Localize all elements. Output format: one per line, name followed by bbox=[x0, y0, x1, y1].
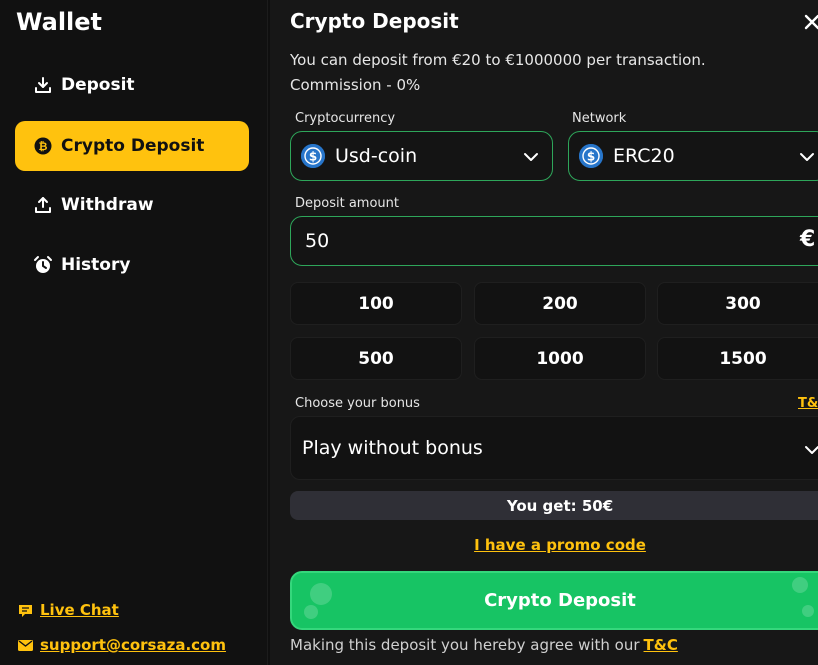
commission-text: Commission - 0% bbox=[290, 76, 421, 94]
bonus-label: Choose your bonus bbox=[295, 396, 420, 411]
crypto-deposit-panel: Crypto Deposit You can deposit from €20 … bbox=[270, 0, 818, 665]
decorative-bubble bbox=[802, 605, 814, 617]
preset-amount-button[interactable]: 200 bbox=[474, 282, 646, 325]
agreement-text: Making this deposit you hereby agree wit… bbox=[290, 636, 678, 654]
support-email-label: support@corsaza.com bbox=[40, 636, 226, 654]
close-icon[interactable] bbox=[804, 14, 818, 30]
live-chat-link[interactable]: Live Chat bbox=[17, 601, 119, 619]
sidebar-item-label: Deposit bbox=[61, 75, 135, 95]
sidebar: Wallet Deposit ₿ Crypto Deposit Withdraw… bbox=[0, 0, 268, 665]
terms-link[interactable]: T&C bbox=[644, 636, 678, 654]
bitcoin-icon: ₿ bbox=[33, 136, 53, 156]
usdc-coin-icon: $ bbox=[579, 144, 603, 168]
sidebar-item-label: Crypto Deposit bbox=[61, 136, 205, 156]
sidebar-item-withdraw[interactable]: Withdraw bbox=[15, 180, 249, 230]
usdc-coin-icon: $ bbox=[301, 144, 325, 168]
bonus-select[interactable]: Play without bonus bbox=[290, 416, 818, 480]
deposit-amount-label: Deposit amount bbox=[295, 196, 399, 211]
sidebar-item-crypto-deposit[interactable]: ₿ Crypto Deposit bbox=[15, 121, 249, 171]
decorative-bubble bbox=[304, 605, 318, 619]
preset-amount-button[interactable]: 1500 bbox=[657, 337, 818, 380]
network-value: ERC20 bbox=[613, 145, 675, 167]
svg-text:$: $ bbox=[309, 150, 317, 164]
sidebar-item-label: Withdraw bbox=[61, 195, 154, 215]
network-label: Network bbox=[572, 111, 627, 126]
upload-icon bbox=[33, 195, 53, 215]
chevron-down-icon bbox=[804, 441, 818, 457]
mail-icon bbox=[17, 637, 33, 653]
preset-amount-button[interactable]: 300 bbox=[657, 282, 818, 325]
preset-amount-button[interactable]: 1000 bbox=[474, 337, 646, 380]
live-chat-label: Live Chat bbox=[40, 601, 119, 619]
network-select[interactable]: $ ERC20 bbox=[568, 131, 818, 181]
cryptocurrency-select[interactable]: $ Usd-coin bbox=[290, 131, 553, 181]
agreement-label: Making this deposit you hereby agree wit… bbox=[290, 636, 640, 654]
chat-icon bbox=[17, 602, 33, 618]
crypto-deposit-button[interactable]: Crypto Deposit bbox=[290, 571, 818, 630]
chevron-down-icon bbox=[799, 149, 815, 165]
decorative-bubble bbox=[310, 583, 332, 605]
support-email-link[interactable]: support@corsaza.com bbox=[17, 636, 226, 654]
currency-symbol: € bbox=[800, 227, 816, 252]
wallet-title: Wallet bbox=[16, 8, 103, 36]
alarm-clock-icon bbox=[33, 255, 53, 275]
cryptocurrency-label: Cryptocurrency bbox=[295, 111, 396, 126]
cryptocurrency-value: Usd-coin bbox=[335, 145, 418, 167]
chevron-down-icon bbox=[523, 149, 539, 165]
decorative-bubble bbox=[792, 577, 808, 593]
sidebar-item-deposit[interactable]: Deposit bbox=[15, 60, 249, 110]
download-icon bbox=[33, 75, 53, 95]
svg-text:$: $ bbox=[587, 150, 595, 164]
preset-amount-button[interactable]: 500 bbox=[290, 337, 462, 380]
svg-text:₿: ₿ bbox=[39, 140, 48, 153]
deposit-limits-text: You can deposit from €20 to €1000000 per… bbox=[290, 51, 706, 69]
page-title: Crypto Deposit bbox=[290, 9, 459, 33]
you-get-summary: You get: 50€ bbox=[290, 491, 818, 520]
preset-amount-button[interactable]: 100 bbox=[290, 282, 462, 325]
bonus-value: Play without bonus bbox=[302, 437, 483, 459]
crypto-deposit-button-label: Crypto Deposit bbox=[484, 590, 636, 611]
promo-code-link[interactable]: I have a promo code bbox=[270, 536, 818, 554]
deposit-amount-input[interactable]: 50 bbox=[290, 216, 818, 266]
bonus-terms-link[interactable]: T&C bbox=[798, 396, 818, 411]
sidebar-item-history[interactable]: History bbox=[15, 240, 249, 290]
sidebar-item-label: History bbox=[61, 255, 131, 275]
